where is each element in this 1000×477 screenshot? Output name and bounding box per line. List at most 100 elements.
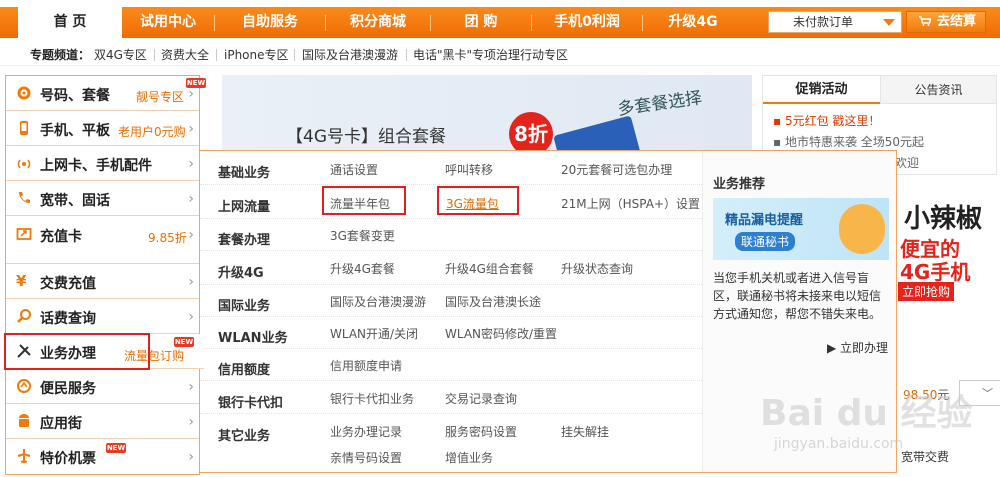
- dropdown-link[interactable]: 升级4G套餐: [330, 260, 395, 277]
- dropdown-link[interactable]: 3G套餐变更: [330, 227, 395, 244]
- promo-link[interactable]: ▪ 5元红包 戳这里！: [773, 112, 880, 129]
- dropdown-link[interactable]: 信用额度申请: [330, 357, 402, 374]
- dropdown-link[interactable]: 亲情号码设置: [330, 449, 402, 466]
- nav-self-service[interactable]: 自助服务: [215, 7, 325, 38]
- dropdown-row: 其它业务 业务办理记录 服务密码设置 挂失解挂 亲情号码设置 增值业务: [200, 414, 702, 472]
- menu-item-phone-tablet[interactable]: 手机、平板 老用户0元购 ›: [6, 111, 199, 146]
- watermark-text: Bai du 经验: [760, 393, 973, 434]
- unpaid-orders-label: 未付款订单: [793, 15, 854, 29]
- dropdown-category: 银行卡代扣: [218, 396, 284, 411]
- checkout-label: 去结算: [937, 14, 977, 29]
- dropdown-link[interactable]: 增值业务: [445, 449, 493, 466]
- nav-home[interactable]: 首 页: [18, 4, 122, 38]
- dropdown-link[interactable]: 升级状态查询: [561, 260, 633, 277]
- search-icon: [17, 309, 31, 323]
- menu-item-sub[interactable]: 靓号专区: [136, 88, 184, 105]
- topic-link[interactable]: 资费大全: [161, 46, 209, 63]
- dropdown-link[interactable]: 银行卡代扣业务: [330, 390, 414, 407]
- dropdown-link[interactable]: 挂失解挂: [561, 423, 609, 440]
- new-badge: NEW: [174, 337, 194, 347]
- card-icon: [16, 228, 32, 240]
- baidu-watermark: Bai du 经验 jingyan.baidu.com: [760, 384, 973, 464]
- watermark-url: jingyan.baidu.com: [774, 436, 904, 452]
- menu-item-pay-recharge[interactable]: ¥ 交费充值 ›: [6, 264, 199, 299]
- gear-icon: [17, 86, 31, 100]
- chevron-right-icon: ›: [188, 449, 194, 465]
- mascot-image: [839, 204, 885, 254]
- recommend-banner[interactable]: 精品漏电提醒 联通秘书: [713, 198, 889, 260]
- ad-brand: 小辣椒: [904, 204, 983, 234]
- promo-link[interactable]: 欢迎: [895, 154, 919, 171]
- topic-separator: [294, 49, 295, 61]
- nav-upgrade-4g[interactable]: 升级4G: [643, 7, 743, 38]
- dropdown-link[interactable]: 服务密码设置: [445, 423, 517, 440]
- highlight-box: [4, 333, 150, 370]
- menu-item-bill-query[interactable]: 话费查询 ›: [6, 299, 199, 334]
- menu-item-label: 号码、套餐: [40, 88, 110, 104]
- dropdown-link[interactable]: WLAN开通/关闭: [330, 325, 418, 342]
- chevron-down-icon: ﹀: [982, 387, 993, 400]
- service-icon: [17, 379, 31, 393]
- promo-banner[interactable]: 【4G号卡】组合套餐 8折 多套餐选择: [222, 75, 752, 155]
- dropdown-link[interactable]: WLAN密码修改/重置: [445, 325, 557, 342]
- apply-now-link[interactable]: ▶ 立即办理: [827, 339, 888, 356]
- nav-trial-center[interactable]: 试用中心: [122, 7, 214, 38]
- nav-phone-zero-profit[interactable]: 手机0利润: [532, 7, 642, 38]
- topic-link[interactable]: 国际及台港澳漫游: [302, 46, 398, 63]
- tab-announcements[interactable]: 公告资讯: [880, 76, 996, 104]
- dropdown-link[interactable]: 呼叫转移: [445, 161, 493, 178]
- chevron-right-icon: ›: [188, 274, 194, 290]
- new-badge: NEW: [106, 443, 126, 453]
- banner-subtitle: 多套餐选择: [616, 88, 704, 120]
- menu-item-label: 宽带、固话: [40, 193, 110, 209]
- dropdown-link[interactable]: 业务办理记录: [330, 423, 402, 440]
- highlight-box: [437, 186, 519, 215]
- menu-item-convenience-service[interactable]: 便民服务 ›: [6, 369, 199, 404]
- topic-link[interactable]: 双4G专区: [94, 46, 147, 63]
- menu-item-label: 应用街: [40, 416, 82, 432]
- chevron-down-icon: [883, 19, 895, 26]
- menu-item-app-street[interactable]: 应用街 ›: [6, 404, 199, 439]
- dropdown-category: 国际业务: [218, 299, 271, 314]
- menu-item-cheap-flights[interactable]: 特价机票 NEW ›: [6, 439, 199, 474]
- dropdown-row: WLAN业务 WLAN开通/关闭 WLAN密码修改/重置: [200, 317, 702, 349]
- topic-link[interactable]: 电话"黑卡"专项治理行动专区: [413, 46, 568, 63]
- topic-link[interactable]: iPhone专区: [224, 46, 289, 63]
- dropdown-link[interactable]: 国际及台港澳长途: [445, 293, 541, 310]
- buy-now-button[interactable]: 立即抢购: [898, 282, 955, 301]
- dropdown-link[interactable]: 通话设置: [330, 161, 378, 178]
- chevron-right-icon: ›: [188, 379, 194, 395]
- menu-item-number-plan[interactable]: 号码、套餐 靓号专区 NEW ›: [6, 76, 206, 111]
- dropdown-link[interactable]: 国际及台港澳漫游: [330, 293, 426, 310]
- dropdown-link[interactable]: 交易记录查询: [445, 390, 517, 407]
- nav-points-mall[interactable]: 积分商城: [326, 7, 430, 38]
- chevron-right-icon: ›: [188, 191, 194, 207]
- dropdown-row: 银行卡代扣 银行卡代扣业务 交易记录查询: [200, 381, 702, 414]
- top-navigation: 首 页 试用中心 自助服务 积分商城 团 购 手机0利润 升级4G 未付款订单 …: [0, 0, 1000, 42]
- nav-group-buy[interactable]: 团 购: [431, 7, 531, 38]
- unpaid-orders-select[interactable]: 未付款订单: [768, 11, 902, 33]
- dropdown-row: 基础业务 通话设置 呼叫转移 20元套餐可选包办理: [200, 151, 702, 185]
- ad-headline: 4G手机: [900, 260, 971, 284]
- banner-title: 【4G号卡】组合套餐: [286, 127, 446, 147]
- dropdown-row: 信用额度 信用额度申请: [200, 349, 702, 381]
- menu-item-recharge-card[interactable]: 充值卡 9.85折 ›: [6, 216, 199, 264]
- dropdown-row: 国际业务 国际及台港澳漫游 国际及台港澳长途: [200, 285, 702, 317]
- dropdown-category: WLAN业务: [218, 331, 288, 346]
- tab-promotions[interactable]: 促销活动: [763, 76, 880, 104]
- promo-link[interactable]: ▪ 地市特惠来袭 全场50元起: [773, 133, 924, 150]
- menu-item-datacard-accessories[interactable]: 上网卡、手机配件 ›: [6, 146, 199, 181]
- dropdown-category: 套餐办理: [218, 233, 271, 248]
- menu-item-broadband-landline[interactable]: 宽带、固话 ›: [6, 181, 199, 216]
- dropdown-link[interactable]: 20元套餐可选包办理: [561, 161, 672, 178]
- menu-item-sub[interactable]: 老用户0元购: [118, 123, 186, 140]
- dropdown-category: 其它业务: [218, 429, 271, 444]
- topic-separator: [216, 49, 217, 61]
- phone-ad[interactable]: 小辣椒 便宜的 4G手机 立即抢购: [896, 190, 1000, 301]
- dropdown-row: 套餐办理 3G套餐变更: [200, 219, 702, 251]
- checkout-button[interactable]: 去结算: [906, 11, 986, 33]
- dropdown-link[interactable]: 升级4G组合套餐: [445, 260, 534, 277]
- dropdown-link[interactable]: 21M上网（HSPA+）设置: [561, 195, 700, 212]
- recommend-title: 业务推荐: [713, 177, 766, 192]
- menu-item-sub[interactable]: 9.85折: [148, 229, 187, 246]
